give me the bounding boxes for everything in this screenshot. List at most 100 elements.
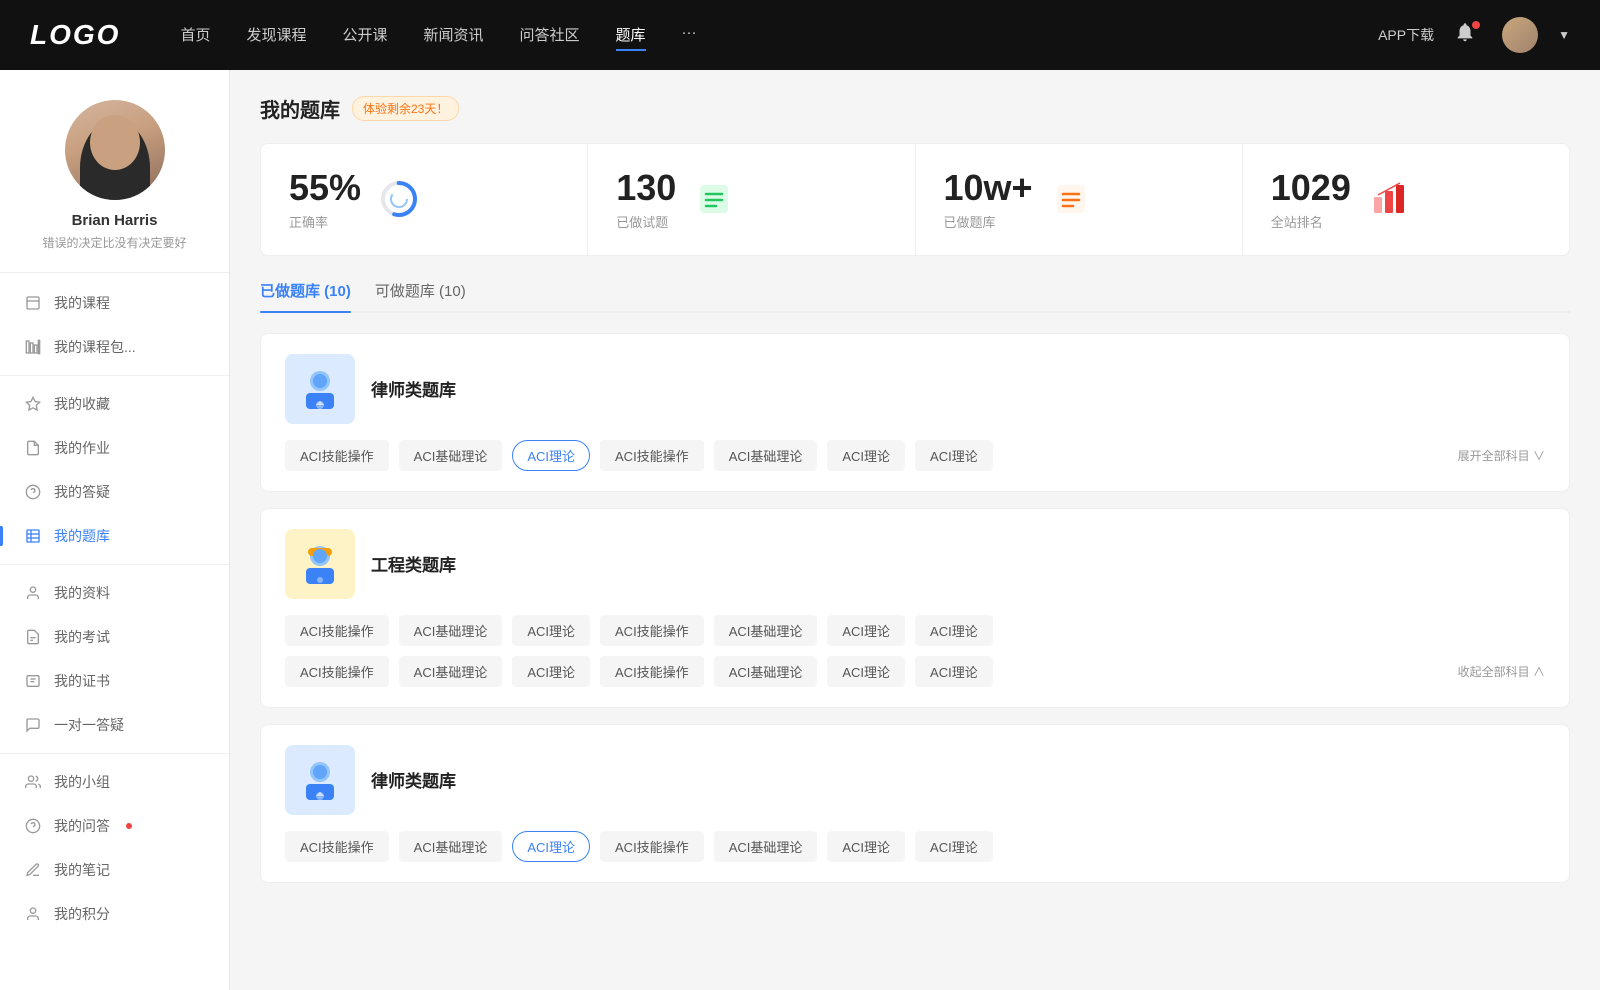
expand-link-2[interactable]: 收起全部科目 ∧ bbox=[1458, 663, 1545, 680]
sidebar-item-qa[interactable]: 我的答疑 bbox=[0, 470, 229, 514]
sidebar-item-my-qa[interactable]: 我的问答 bbox=[0, 804, 229, 848]
tabs-row: 已做题库 (10) 可做题库 (10) bbox=[260, 280, 1570, 313]
expand-link-1[interactable]: 展开全部科目 ∨ bbox=[1458, 447, 1545, 464]
page-layout: Brian Harris 错误的决定比没有决定要好 我的课程 我的课程包... bbox=[0, 70, 1600, 990]
tag-item[interactable]: ACI理论 bbox=[827, 656, 905, 687]
nav-home[interactable]: 首页 bbox=[180, 20, 210, 51]
tag-item[interactable]: ACI技能操作 bbox=[285, 440, 389, 471]
tag-item-active[interactable]: ACI理论 bbox=[512, 440, 590, 471]
sidebar-item-course-package[interactable]: 我的课程包... bbox=[0, 325, 229, 369]
stat-label-rank: 全站排名 bbox=[1271, 212, 1351, 231]
question-bank-icon bbox=[24, 527, 42, 545]
main-content: 我的题库 体验剩余23天！ 55% 正确率 bbox=[230, 70, 1600, 990]
tag-item[interactable]: ACI基础理论 bbox=[399, 440, 503, 471]
sidebar-item-exam[interactable]: 我的考试 bbox=[0, 615, 229, 659]
stat-banks-done: 10w+ 已做题库 bbox=[916, 144, 1243, 255]
tag-item[interactable]: ACI理论 bbox=[915, 440, 993, 471]
user-avatar[interactable] bbox=[1502, 17, 1538, 53]
main-nav: 首页 发现课程 公开课 新闻资讯 问答社区 题库 ··· bbox=[180, 20, 1378, 51]
avatar-chevron-icon[interactable]: ▼ bbox=[1558, 28, 1570, 42]
stat-questions-done: 130 已做试题 bbox=[588, 144, 915, 255]
my-course-icon bbox=[24, 294, 42, 312]
tag-item[interactable]: ACI基础理论 bbox=[714, 615, 818, 646]
sidebar-divider-3 bbox=[0, 753, 229, 754]
tag-item[interactable]: ACI理论 bbox=[827, 440, 905, 471]
notes-icon bbox=[24, 861, 42, 879]
tag-item[interactable]: ACI技能操作 bbox=[600, 831, 704, 862]
tag-item[interactable]: ACI基础理论 bbox=[714, 831, 818, 862]
tab-done-banks[interactable]: 已做题库 (10) bbox=[260, 280, 351, 311]
tag-item[interactable]: ACI技能操作 bbox=[600, 615, 704, 646]
sidebar-label-profile: 我的资料 bbox=[54, 583, 110, 603]
nav-qa[interactable]: 问答社区 bbox=[520, 20, 580, 51]
stat-value-banks: 10w+ bbox=[944, 168, 1033, 208]
bank-tags-1: ACI技能操作 ACI基础理论 ACI理论 ACI技能操作 ACI基础理论 AC… bbox=[285, 440, 1448, 471]
sidebar-menu: 我的课程 我的课程包... 我的收藏 bbox=[0, 281, 229, 936]
tag-item[interactable]: ACI理论 bbox=[827, 615, 905, 646]
tab-available-banks[interactable]: 可做题库 (10) bbox=[375, 280, 466, 311]
sidebar-item-favorites[interactable]: 我的收藏 bbox=[0, 382, 229, 426]
nav-open-course[interactable]: 公开课 bbox=[342, 20, 387, 51]
my-qa-icon bbox=[24, 817, 42, 835]
nav-question-bank[interactable]: 题库 bbox=[616, 20, 646, 51]
tag-item[interactable]: ACI技能操作 bbox=[600, 440, 704, 471]
sidebar-label-question-bank: 我的题库 bbox=[54, 526, 110, 546]
tag-item[interactable]: ACI基础理论 bbox=[399, 615, 503, 646]
sidebar-item-notes[interactable]: 我的笔记 bbox=[0, 848, 229, 892]
avatar-image bbox=[65, 100, 165, 200]
sidebar-profile: Brian Harris 错误的决定比没有决定要好 bbox=[0, 70, 229, 273]
tag-item[interactable]: ACI理论 bbox=[512, 656, 590, 687]
logo[interactable]: LOGO bbox=[30, 19, 120, 51]
tag-item[interactable]: ACI理论 bbox=[915, 615, 993, 646]
sidebar-item-my-course[interactable]: 我的课程 bbox=[0, 281, 229, 325]
tag-item[interactable]: ACI基础理论 bbox=[399, 831, 503, 862]
trial-badge: 体验剩余23天！ bbox=[352, 96, 459, 121]
app-download-link[interactable]: APP下载 bbox=[1378, 25, 1434, 45]
tag-item[interactable]: ACI理论 bbox=[915, 656, 993, 687]
points-icon bbox=[24, 905, 42, 923]
notification-dot bbox=[1472, 21, 1480, 29]
sidebar-divider-1 bbox=[0, 375, 229, 376]
tag-item[interactable]: ACI技能操作 bbox=[285, 831, 389, 862]
sidebar-item-homework[interactable]: 我的作业 bbox=[0, 426, 229, 470]
sidebar-item-points[interactable]: 我的积分 bbox=[0, 892, 229, 936]
profile-icon bbox=[24, 584, 42, 602]
sidebar-divider-2 bbox=[0, 564, 229, 565]
tag-item[interactable]: ACI理论 bbox=[915, 831, 993, 862]
homework-icon bbox=[24, 439, 42, 457]
sidebar-label-favorites: 我的收藏 bbox=[54, 394, 110, 414]
sidebar-label-course-package: 我的课程包... bbox=[54, 337, 136, 357]
tag-item[interactable]: ACI理论 bbox=[827, 831, 905, 862]
tag-item[interactable]: ACI理论 bbox=[512, 615, 590, 646]
bank-tags-3: ACI技能操作 ACI基础理论 ACI理论 ACI技能操作 ACI基础理论 AC… bbox=[285, 831, 1545, 862]
sidebar-item-question-bank[interactable]: 我的题库 bbox=[0, 514, 229, 558]
group-icon bbox=[24, 773, 42, 791]
sidebar-item-one-on-one[interactable]: 一对一答疑 bbox=[0, 703, 229, 747]
sidebar-item-profile[interactable]: 我的资料 bbox=[0, 571, 229, 615]
tag-item[interactable]: ACI基础理论 bbox=[714, 656, 818, 687]
sidebar: Brian Harris 错误的决定比没有决定要好 我的课程 我的课程包... bbox=[0, 70, 230, 990]
bank-title-engineer: 工程类题库 bbox=[371, 551, 456, 576]
sidebar-item-group[interactable]: 我的小组 bbox=[0, 760, 229, 804]
nav-news[interactable]: 新闻资讯 bbox=[424, 20, 484, 51]
nav-more[interactable]: ··· bbox=[682, 20, 697, 51]
certificate-icon bbox=[24, 672, 42, 690]
stat-value-correct-rate: 55% bbox=[289, 168, 361, 208]
nav-discover[interactable]: 发现课程 bbox=[246, 20, 306, 51]
bank-icon-lawyer-1 bbox=[285, 354, 355, 424]
notification-bell[interactable] bbox=[1454, 21, 1482, 49]
tag-item[interactable]: ACI技能操作 bbox=[600, 656, 704, 687]
tag-item[interactable]: ACI技能操作 bbox=[285, 615, 389, 646]
sidebar-label-one-on-one: 一对一答疑 bbox=[54, 715, 124, 735]
bank-tags-2-row2: ACI技能操作 ACI基础理论 ACI理论 ACI技能操作 ACI基础理论 AC… bbox=[285, 656, 1448, 687]
questions-done-icon bbox=[692, 177, 736, 221]
tag-item[interactable]: ACI技能操作 bbox=[285, 656, 389, 687]
tag-item[interactable]: ACI基础理论 bbox=[714, 440, 818, 471]
stat-value-rank: 1029 bbox=[1271, 168, 1351, 208]
tag-item[interactable]: ACI基础理论 bbox=[399, 656, 503, 687]
sidebar-label-my-qa: 我的问答 bbox=[54, 816, 110, 836]
tag-item-active[interactable]: ACI理论 bbox=[512, 831, 590, 862]
stat-value-questions: 130 bbox=[616, 168, 676, 208]
sidebar-item-certificate[interactable]: 我的证书 bbox=[0, 659, 229, 703]
bank-card-header-1: 律师类题库 bbox=[285, 354, 1545, 424]
